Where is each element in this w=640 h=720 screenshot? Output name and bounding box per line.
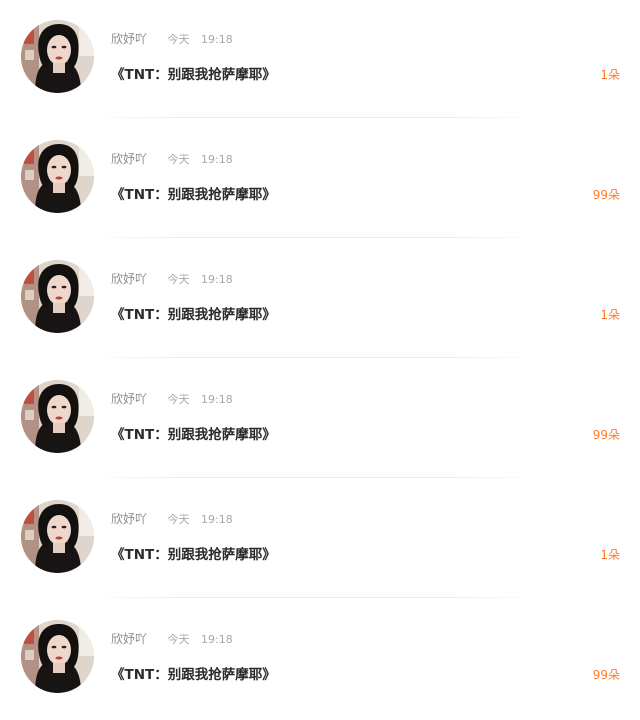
gift-count: 1朵 bbox=[600, 308, 620, 322]
user-avatar-photo-icon bbox=[21, 380, 94, 453]
work-title[interactable]: 《TNT：别跟我抢萨摩耶》 bbox=[111, 545, 276, 565]
user-avatar-photo-icon bbox=[21, 260, 94, 333]
username[interactable]: 欣妤吖 bbox=[111, 272, 147, 286]
feed-item[interactable]: 欣妤吖 今天 19:18 《TNT：别跟我抢萨摩耶》 99朵 bbox=[0, 600, 640, 720]
feed-item[interactable]: 欣妤吖 今天 19:18 《TNT：别跟我抢萨摩耶》 1朵 bbox=[0, 480, 640, 600]
row-divider bbox=[90, 477, 540, 478]
work-title[interactable]: 《TNT：别跟我抢萨摩耶》 bbox=[111, 425, 276, 445]
username[interactable]: 欣妤吖 bbox=[111, 32, 147, 46]
post-time: 19:18 bbox=[201, 393, 233, 406]
gift-count: 99朵 bbox=[592, 428, 620, 442]
post-time: 19:18 bbox=[201, 33, 233, 46]
gift-count: 99朵 bbox=[592, 188, 620, 202]
post-day: 今天 bbox=[167, 33, 190, 46]
user-avatar[interactable] bbox=[21, 20, 94, 93]
user-avatar[interactable] bbox=[21, 380, 94, 453]
user-avatar[interactable] bbox=[21, 140, 94, 213]
post-meta: 欣妤吖 今天 19:18 bbox=[111, 631, 233, 647]
username[interactable]: 欣妤吖 bbox=[111, 392, 147, 406]
username[interactable]: 欣妤吖 bbox=[111, 512, 147, 526]
post-meta: 欣妤吖 今天 19:18 bbox=[111, 391, 233, 407]
post-day: 今天 bbox=[167, 393, 190, 406]
post-meta: 欣妤吖 今天 19:18 bbox=[111, 271, 233, 287]
row-divider bbox=[90, 117, 540, 118]
user-avatar-photo-icon bbox=[21, 140, 94, 213]
row-divider bbox=[90, 357, 540, 358]
post-day: 今天 bbox=[167, 153, 190, 166]
gift-count: 1朵 bbox=[600, 68, 620, 82]
post-day: 今天 bbox=[167, 513, 190, 526]
user-avatar-photo-icon bbox=[21, 620, 94, 693]
feed-item[interactable]: 欣妤吖 今天 19:18 《TNT：别跟我抢萨摩耶》 99朵 bbox=[0, 120, 640, 240]
feed-item[interactable]: 欣妤吖 今天 19:18 《TNT：别跟我抢萨摩耶》 99朵 bbox=[0, 360, 640, 480]
work-title[interactable]: 《TNT：别跟我抢萨摩耶》 bbox=[111, 665, 276, 685]
feed-item[interactable]: 欣妤吖 今天 19:18 《TNT：别跟我抢萨摩耶》 1朵 bbox=[0, 240, 640, 360]
work-title[interactable]: 《TNT：别跟我抢萨摩耶》 bbox=[111, 305, 276, 325]
gift-count: 1朵 bbox=[600, 548, 620, 562]
post-time: 19:18 bbox=[201, 513, 233, 526]
post-time: 19:18 bbox=[201, 153, 233, 166]
row-divider bbox=[90, 597, 540, 598]
gift-count: 99朵 bbox=[592, 668, 620, 682]
user-avatar-photo-icon bbox=[21, 20, 94, 93]
user-avatar[interactable] bbox=[21, 500, 94, 573]
post-meta: 欣妤吖 今天 19:18 bbox=[111, 31, 233, 47]
user-avatar[interactable] bbox=[21, 620, 94, 693]
row-divider bbox=[90, 237, 540, 238]
post-meta: 欣妤吖 今天 19:18 bbox=[111, 511, 233, 527]
username[interactable]: 欣妤吖 bbox=[111, 632, 147, 646]
user-avatar-photo-icon bbox=[21, 500, 94, 573]
post-time: 19:18 bbox=[201, 273, 233, 286]
feed-item[interactable]: 欣妤吖 今天 19:18 《TNT：别跟我抢萨摩耶》 1朵 bbox=[0, 0, 640, 120]
work-title[interactable]: 《TNT：别跟我抢萨摩耶》 bbox=[111, 185, 276, 205]
username[interactable]: 欣妤吖 bbox=[111, 152, 147, 166]
user-avatar[interactable] bbox=[21, 260, 94, 333]
post-day: 今天 bbox=[167, 273, 190, 286]
gift-feed-list: 欣妤吖 今天 19:18 《TNT：别跟我抢萨摩耶》 1朵 欣妤吖 今天 19:… bbox=[0, 0, 640, 712]
post-day: 今天 bbox=[167, 633, 190, 646]
work-title[interactable]: 《TNT：别跟我抢萨摩耶》 bbox=[111, 65, 276, 85]
post-meta: 欣妤吖 今天 19:18 bbox=[111, 151, 233, 167]
post-time: 19:18 bbox=[201, 633, 233, 646]
